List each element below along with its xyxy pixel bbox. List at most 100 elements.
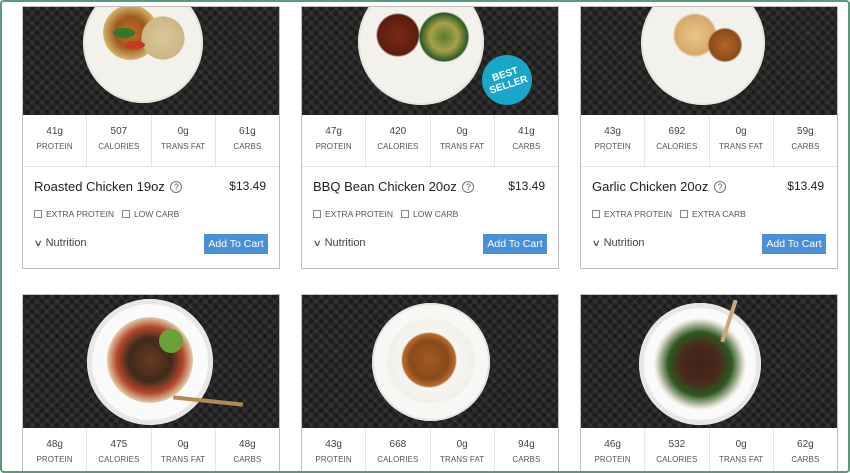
stat-value: 48g bbox=[239, 439, 256, 450]
stat-protein: 46g PROTEIN bbox=[581, 428, 646, 471]
stat-label: CALORIES bbox=[98, 455, 140, 464]
nutrition-stats: 48g PROTEIN 475 CALORIES 0g TRANS FAT 48g CA… bbox=[23, 428, 279, 471]
stat-trans-fat: 0g TRANS FAT bbox=[431, 428, 495, 471]
option-label: LOW CARB bbox=[134, 209, 180, 219]
stat-value: 475 bbox=[110, 439, 128, 450]
stat-protein: 43g PROTEIN bbox=[581, 115, 646, 166]
chevron-down-icon: ∨ bbox=[33, 237, 43, 248]
product-title[interactable]: Roasted Chicken 19oz ? bbox=[34, 179, 183, 194]
option-extra-carb[interactable]: EXTRA CARB bbox=[680, 209, 746, 219]
stat-label: TRANS FAT bbox=[160, 455, 206, 464]
option-extra-protein[interactable]: EXTRA PROTEIN bbox=[34, 209, 114, 219]
checkbox-icon[interactable] bbox=[680, 210, 688, 218]
stat-label: TRANS FAT bbox=[439, 455, 485, 464]
nutrition-stats: 47g PROTEIN 420 CALORIES 0g TRANS FAT 41g CA… bbox=[302, 115, 558, 167]
stat-label: TRANS FAT bbox=[718, 455, 764, 464]
stat-value: 0g bbox=[735, 126, 747, 137]
add-to-cart-button[interactable]: Add To Cart bbox=[762, 234, 826, 254]
nutrition-stats: 43g PROTEIN 692 CALORIES 0g TRANS FAT 59g CA… bbox=[581, 115, 837, 167]
title-row: Garlic Chicken 20oz ? $13.49 bbox=[581, 167, 837, 203]
stat-label: CARBS bbox=[791, 455, 820, 464]
card-actions: ∨ Nutrition Add To Cart bbox=[581, 229, 837, 263]
option-extra-protein[interactable]: EXTRA PROTEIN bbox=[313, 209, 393, 219]
stat-carbs: 48g CARBS bbox=[216, 428, 279, 471]
stat-value: 41g bbox=[518, 126, 535, 137]
product-grid: 41g PROTEIN 507 CALORIES 0g TRANS FAT 61g CA… bbox=[0, 0, 850, 473]
option-low-carb[interactable]: LOW CARB bbox=[401, 209, 458, 219]
stat-carbs: 61g CARBS bbox=[216, 115, 279, 166]
stat-label: PROTEIN bbox=[36, 455, 73, 464]
stat-label: TRANS FAT bbox=[439, 142, 485, 151]
help-circle-icon[interactable]: ? bbox=[170, 181, 183, 193]
product-name: Garlic Chicken 20oz bbox=[592, 179, 709, 194]
stat-trans-fat: 0g TRANS FAT bbox=[710, 428, 774, 471]
stat-trans-fat: 0g TRANS FAT bbox=[431, 115, 495, 166]
stat-protein: 48g PROTEIN bbox=[23, 428, 88, 471]
stat-carbs: 59g CARBS bbox=[774, 115, 837, 166]
nutrition-label: Nutrition bbox=[324, 237, 366, 249]
option-label: EXTRA PROTEIN bbox=[604, 209, 673, 219]
stat-label: CARBS bbox=[791, 142, 820, 151]
product-image[interactable] bbox=[581, 7, 837, 115]
stat-value: 0g bbox=[177, 439, 189, 450]
stat-calories: 532 CALORIES bbox=[645, 428, 710, 471]
stat-value: 692 bbox=[668, 126, 686, 137]
stat-calories: 692 CALORIES bbox=[645, 115, 710, 166]
stat-value: 0g bbox=[177, 126, 189, 137]
stat-value: 41g bbox=[46, 126, 63, 137]
add-to-cart-button[interactable]: Add To Cart bbox=[483, 234, 547, 254]
checkbox-icon[interactable] bbox=[401, 210, 409, 218]
stat-value: 0g bbox=[456, 439, 468, 450]
nutrition-stats: 41g PROTEIN 507 CALORIES 0g TRANS FAT 61g CA… bbox=[23, 115, 279, 167]
card-actions: ∨ Nutrition Add To Cart bbox=[302, 229, 558, 263]
stat-carbs: 62g CARBS bbox=[774, 428, 837, 471]
product-title[interactable]: BBQ Bean Chicken 20oz ? bbox=[313, 179, 475, 194]
title-row: Roasted Chicken 19oz ? $13.49 bbox=[23, 167, 279, 203]
stat-calories: 420 CALORIES bbox=[366, 115, 431, 166]
product-image[interactable] bbox=[23, 7, 279, 115]
checkbox-icon[interactable] bbox=[34, 210, 42, 218]
nutrition-toggle[interactable]: ∨ Nutrition bbox=[591, 237, 645, 249]
option-label: EXTRA PROTEIN bbox=[46, 209, 115, 219]
option-extra-protein[interactable]: EXTRA PROTEIN bbox=[592, 209, 672, 219]
checkbox-icon[interactable] bbox=[122, 210, 130, 218]
stat-value: 43g bbox=[325, 439, 342, 450]
product-options: EXTRA PROTEIN LOW CARB bbox=[23, 203, 279, 229]
help-circle-icon[interactable]: ? bbox=[462, 181, 475, 193]
add-to-cart-button[interactable]: Add To Cart bbox=[204, 234, 268, 254]
stat-label: TRANS FAT bbox=[160, 142, 206, 151]
chevron-down-icon: ∨ bbox=[312, 237, 322, 248]
stat-trans-fat: 0g TRANS FAT bbox=[152, 428, 216, 471]
product-image[interactable] bbox=[23, 295, 279, 428]
nutrition-label: Nutrition bbox=[45, 237, 87, 249]
stat-label: PROTEIN bbox=[594, 455, 631, 464]
stat-value: 0g bbox=[735, 439, 747, 450]
stat-value: 61g bbox=[239, 126, 256, 137]
product-image[interactable] bbox=[581, 295, 837, 428]
product-card: 48g PROTEIN 475 CALORIES 0g TRANS FAT 48g CA… bbox=[22, 294, 280, 471]
help-circle-icon[interactable]: ? bbox=[713, 181, 726, 193]
checkbox-icon[interactable] bbox=[313, 210, 321, 218]
stat-value: 94g bbox=[518, 439, 535, 450]
option-low-carb[interactable]: LOW CARB bbox=[122, 209, 179, 219]
product-options: EXTRA PROTEIN LOW CARB bbox=[302, 203, 558, 229]
product-options: EXTRA PROTEIN EXTRA CARB bbox=[581, 203, 837, 229]
product-price: $13.49 bbox=[787, 179, 824, 193]
product-price: $13.49 bbox=[229, 179, 266, 193]
stat-protein: 43g PROTEIN bbox=[302, 428, 367, 471]
stat-trans-fat: 0g TRANS FAT bbox=[710, 115, 774, 166]
product-title[interactable]: Garlic Chicken 20oz ? bbox=[592, 179, 726, 194]
nutrition-toggle[interactable]: ∨ Nutrition bbox=[312, 237, 366, 249]
stat-value: 62g bbox=[797, 439, 814, 450]
stat-value: 0g bbox=[456, 126, 468, 137]
chevron-down-icon: ∨ bbox=[591, 237, 601, 248]
product-image[interactable] bbox=[302, 295, 558, 428]
stat-calories: 507 CALORIES bbox=[87, 115, 152, 166]
stat-label: CALORIES bbox=[377, 455, 419, 464]
nutrition-toggle[interactable]: ∨ Nutrition bbox=[33, 237, 87, 249]
product-image[interactable]: BEST SELLER bbox=[302, 7, 558, 115]
checkbox-icon[interactable] bbox=[592, 210, 600, 218]
product-name: Roasted Chicken 19oz bbox=[34, 179, 165, 194]
stat-value: 507 bbox=[110, 126, 128, 137]
stat-carbs: 94g CARBS bbox=[495, 428, 558, 471]
